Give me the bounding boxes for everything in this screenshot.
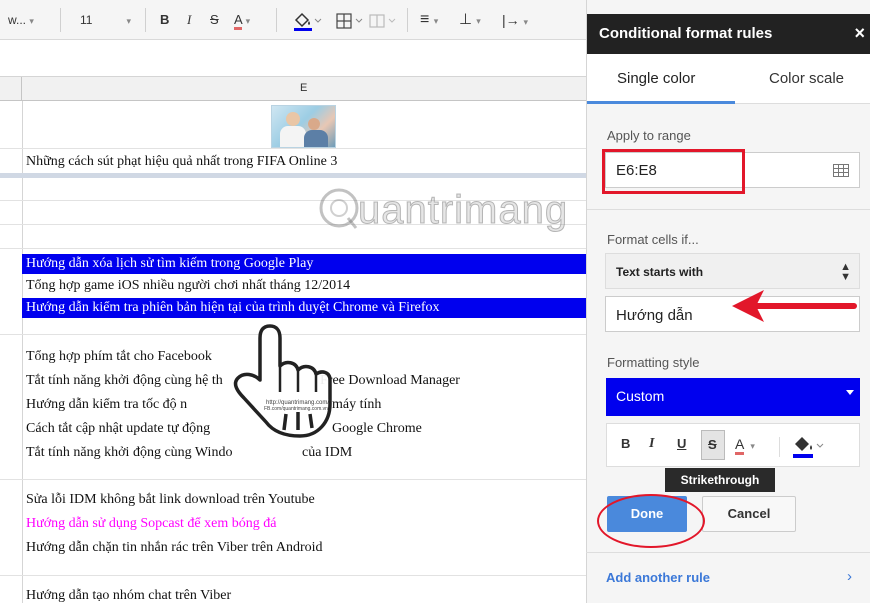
section-divider: [586, 552, 870, 553]
chevron-down-icon: ▾: [476, 16, 481, 26]
vertical-align-icon: ⊥: [459, 11, 473, 28]
grid-line: [0, 248, 586, 249]
text-wrap-icon: |→: [502, 12, 520, 28]
watermark-logo-icon: [319, 188, 359, 229]
text-color-icon: A: [234, 12, 242, 30]
thumbnail-image: [271, 105, 336, 148]
cell-text: Google Chrome: [332, 421, 422, 436]
chevron-down-icon: ▾: [126, 16, 131, 26]
text-color-icon: A: [735, 436, 745, 455]
formatting-style-label: Formatting style: [607, 355, 700, 370]
underline-button[interactable]: U: [677, 436, 686, 451]
annotation-box: [602, 149, 745, 194]
font-name-value: w...: [8, 13, 27, 27]
chevron-right-icon[interactable]: ›: [847, 568, 852, 585]
grid-line: [0, 148, 586, 149]
table-row[interactable]: Những cách sút phạt hiệu quả nhất trong …: [22, 152, 586, 172]
cell-text: máy tính: [332, 397, 382, 412]
add-rule-link[interactable]: Add another rule: [606, 570, 710, 585]
chevron-down-icon: ▾: [29, 16, 34, 26]
italic-button[interactable]: I: [649, 436, 654, 452]
strikethrough-icon: S: [708, 437, 717, 452]
cancel-button[interactable]: Cancel: [702, 496, 796, 532]
text-color-button[interactable]: A ▾: [234, 0, 250, 40]
align-left-icon: ≡: [420, 11, 430, 28]
font-name-dropdown[interactable]: w... ▾: [8, 0, 34, 40]
grid-line: [0, 479, 586, 480]
bold-button[interactable]: B: [160, 0, 169, 40]
text-wrap-button[interactable]: |→ ▾: [502, 0, 528, 40]
fill-color-button[interactable]: [791, 434, 825, 458]
annotation-ellipse: [597, 494, 705, 548]
panel-tabs: Single color Color scale: [587, 54, 870, 104]
condition-value: Text starts with: [616, 265, 704, 279]
merge-cells-button[interactable]: [369, 0, 399, 40]
svg-text:FB.com/quantrimang.com.vn: FB.com/quantrimang.com.vn: [264, 406, 328, 412]
cell-text: Tắt tính năng khởi động cùng Windo: [26, 445, 233, 460]
chevron-down-icon: ▾: [750, 441, 755, 451]
cell-text: Tắt tính năng khởi động cùng hệ th: [26, 373, 223, 388]
toolbar-divider: [276, 8, 277, 32]
merge-icon: [369, 14, 396, 28]
frozen-divider: [0, 173, 586, 178]
section-divider: [587, 209, 870, 210]
watermark: uantrimang: [318, 186, 618, 236]
style-value: Custom: [616, 388, 665, 404]
bold-button[interactable]: B: [621, 436, 630, 451]
chevron-down-icon: ▾: [245, 16, 251, 26]
hand-pointer-icon: http://quantrimang.com/ FB.com/quantrima…: [233, 324, 332, 438]
tab-color-scale[interactable]: Color scale: [769, 54, 844, 104]
align-button[interactable]: ≡ ▾: [420, 0, 438, 40]
table-row-selected[interactable]: Hướng dẫn kiểm tra phiên bản hiện tại củ…: [22, 298, 586, 318]
strikethrough-button[interactable]: S: [701, 430, 725, 460]
format-toolbar: B I U S A ▾: [606, 423, 860, 467]
toolbar-divider: [779, 437, 780, 457]
cell-text: Hướng dẫn kiểm tra tốc độ n: [26, 397, 188, 412]
table-row-selected[interactable]: Hướng dẫn xóa lịch sử tìm kiếm trong Goo…: [22, 254, 586, 274]
chevron-down-icon: ▾: [433, 16, 439, 26]
formatting-style-select[interactable]: Custom: [606, 378, 860, 416]
table-row[interactable]: Sửa lỗi IDM không bắt link download trên…: [22, 490, 586, 510]
toolbar: w... ▾ 11 ▾ B I S A ▾ ≡ ▾ ⊥ ▾ |→ ▾: [0, 0, 586, 40]
font-size-dropdown[interactable]: 11 ▾: [80, 0, 131, 40]
text-color-button[interactable]: A ▾: [735, 436, 755, 455]
vertical-align-button[interactable]: ⊥ ▾: [459, 0, 481, 40]
panel-header: Conditional format rules ×: [587, 14, 870, 54]
strikethrough-button[interactable]: S: [210, 0, 219, 40]
table-row[interactable]: Hướng dẫn sử dụng Sopcast để xem bóng đá: [22, 514, 586, 534]
format-if-label: Format cells if...: [607, 232, 699, 247]
grid-line: [0, 575, 586, 576]
cell-text: Cách tắt cập nhật update tự động: [26, 421, 211, 436]
italic-button[interactable]: I: [187, 0, 191, 40]
toolbar-divider: [60, 8, 61, 32]
active-tab-indicator: [587, 101, 735, 104]
toolbar-divider: [145, 8, 146, 32]
table-row[interactable]: Hướng dẫn tạo nhóm chat trên Viber: [22, 586, 586, 603]
strikethrough-tooltip: Strikethrough: [665, 468, 775, 492]
table-row[interactable]: Tổng hợp game iOS nhiều người chơi nhất …: [22, 276, 586, 296]
fill-color-button[interactable]: [292, 0, 322, 40]
watermark-text: uantrimang: [357, 188, 569, 233]
column-header-e[interactable]: E: [300, 82, 307, 94]
table-row[interactable]: Hướng dẫn chặn tin nhắn rác trên Viber t…: [22, 538, 586, 558]
chevron-down-icon: ▾: [523, 17, 529, 27]
borders-icon: [336, 13, 363, 29]
condition-select[interactable]: Text starts with ▲ ▼: [605, 253, 860, 289]
annotation-arrow: [732, 290, 857, 322]
font-size-value: 11: [80, 13, 93, 27]
row-gutter: [0, 77, 22, 101]
panel-title: Conditional format rules: [599, 25, 773, 42]
tab-single-color[interactable]: Single color: [617, 54, 695, 104]
toolbar-divider: [407, 8, 408, 32]
cell-text: Free Download Manager: [320, 373, 460, 388]
apply-range-label: Apply to range: [607, 128, 691, 143]
borders-button[interactable]: [336, 0, 366, 40]
condition-text: Hướng dẫn: [616, 307, 693, 324]
paint-bucket-icon: [294, 12, 322, 31]
column-header-row: E: [0, 76, 586, 101]
close-icon[interactable]: ×: [854, 23, 865, 44]
grid-select-icon[interactable]: [833, 164, 849, 177]
select-arrows-icon: ▲ ▼: [840, 261, 851, 283]
chevron-down-icon: [846, 390, 854, 395]
